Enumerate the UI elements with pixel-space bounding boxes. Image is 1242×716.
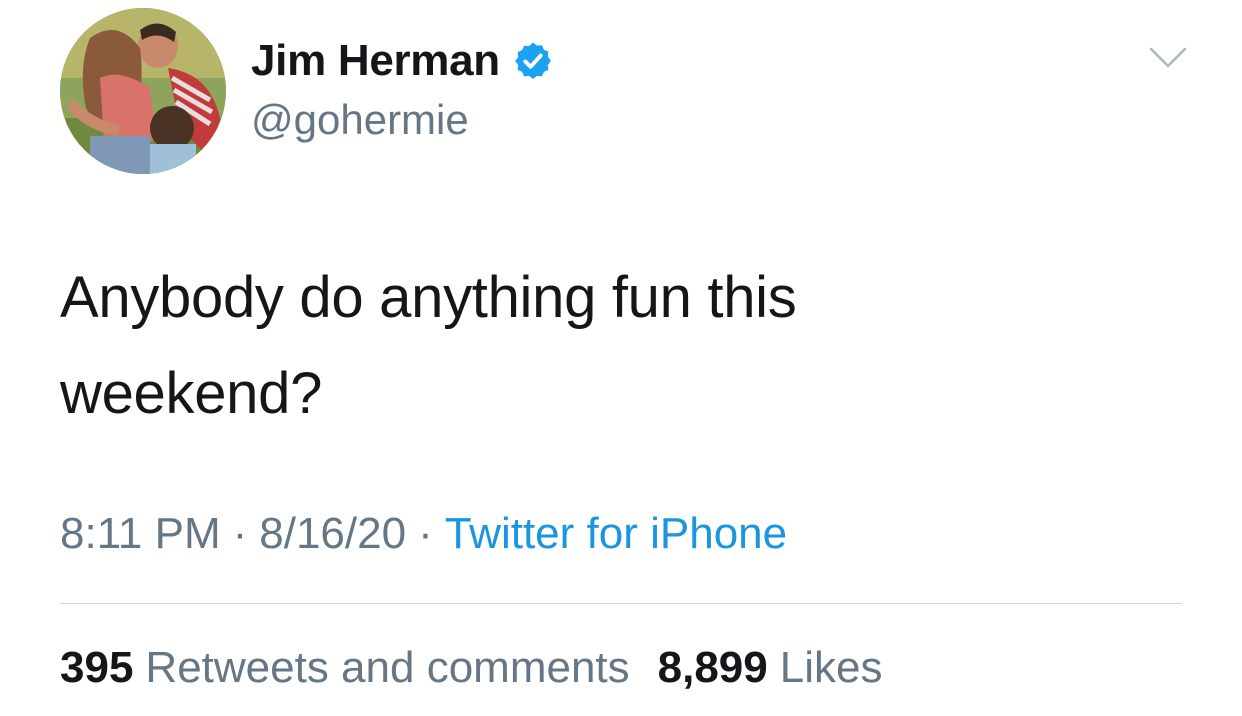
divider (60, 603, 1182, 604)
separator-dot: · (418, 509, 433, 558)
tweet-text: Anybody do anything fun this weekend? (60, 250, 1180, 442)
author-name-row: Jim Herman (251, 36, 554, 86)
retweets-label: Retweets and comments (145, 643, 630, 692)
retweets-stat[interactable]: 395 Retweets and comments (60, 643, 630, 693)
tweet-metadata: 8:11 PM · 8/16/20 · Twitter for iPhone (60, 508, 787, 560)
avatar[interactable] (60, 8, 226, 174)
likes-stat[interactable]: 8,899 Likes (658, 643, 883, 693)
tweet-text-line: Anybody do anything fun this (60, 265, 797, 330)
likes-label: Likes (779, 643, 883, 692)
tweet-card: Jim Herman @gohermie Anybody do anything… (0, 0, 1242, 716)
separator-dot: · (232, 509, 248, 558)
avatar-photo (60, 8, 226, 174)
tweet-time[interactable]: 8:11 PM (60, 509, 221, 559)
tweet-source-link[interactable]: Twitter for iPhone (445, 509, 787, 559)
verified-badge-icon (512, 40, 554, 82)
tweet-text-line: weekend? (60, 361, 323, 426)
tweet-date[interactable]: 8/16/20 (259, 509, 406, 559)
chevron-down-icon[interactable] (1148, 44, 1188, 72)
retweets-count: 395 (60, 643, 134, 692)
author-handle[interactable]: @gohermie (251, 96, 469, 144)
tweet-stats: 395 Retweets and comments 8,899 Likes (60, 642, 882, 694)
likes-count: 8,899 (657, 643, 768, 692)
display-name[interactable]: Jim Herman (251, 36, 500, 86)
